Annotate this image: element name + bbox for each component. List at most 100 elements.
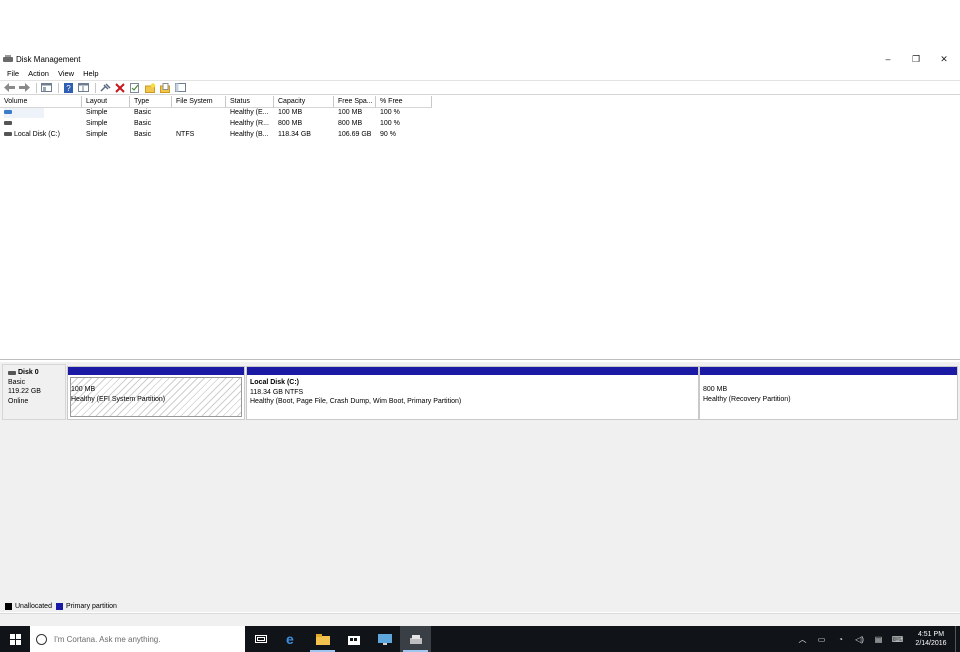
column-header-free-space[interactable]: Free Spa... [334,96,376,108]
column-header-layout[interactable]: Layout [82,96,130,108]
window-title: Disk Management [16,54,81,64]
disk-management-window: Disk Management – ❐ ✕ File Action View H… [0,52,960,626]
menu-action[interactable]: Action [28,69,49,78]
taskbar-store[interactable] [338,626,369,652]
delete-button[interactable] [114,82,126,93]
start-button[interactable] [0,626,30,652]
taskbar-file-explorer[interactable] [307,626,338,652]
desktop-background [0,0,960,52]
monitor-icon [377,633,392,645]
show-desktop-button[interactable] [955,626,960,652]
store-bag-icon [347,636,360,645]
legend: Unallocated Primary partition [0,600,960,612]
forward-button[interactable] [18,82,30,93]
column-header-capacity[interactable]: Capacity [274,96,334,108]
disk-management-icon [409,634,422,644]
cell-percent-free: 100 % [380,109,400,116]
view-window-icon [174,83,186,92]
column-header-file-system[interactable]: File System [172,96,226,108]
minimize-button[interactable]: – [874,52,902,66]
show-hide-console-tree-button[interactable] [40,82,52,93]
taskbar-remote-desktop[interactable] [369,626,400,652]
close-button[interactable]: ✕ [930,52,958,66]
folder-star-icon [144,82,155,93]
svg-text:e: e [286,632,294,646]
taskbar-edge[interactable]: e [276,626,307,652]
disk-0-label[interactable]: Disk 0 Basic 119.22 GB Online [2,364,66,420]
partition-recovery[interactable]: 800 MB Healthy (Recovery Partition) [699,366,958,420]
clock-date: 2/14/2016 [915,640,947,647]
cell-status: Healthy (B... [230,131,269,138]
show-hidden-icons-chevron-up-icon[interactable]: ︿ [793,634,812,645]
task-view-icon [254,635,267,643]
action-center-icon[interactable]: ▤ [869,635,888,644]
column-header-status[interactable]: Status [226,96,274,108]
toolbar-separator [58,82,59,93]
column-header-percent-free[interactable]: % Free [376,96,432,108]
cell-percent-free: 90 % [380,131,396,138]
cortana-icon [36,633,47,645]
disk-management-app-icon [3,55,13,63]
properties-pane-icon [77,83,89,92]
check-button[interactable] [129,82,141,93]
menu-help[interactable]: Help [83,69,98,78]
table-row[interactable] [4,108,44,118]
title-bar[interactable]: Disk Management – ❐ ✕ [0,52,960,66]
table-row[interactable]: Local Disk (C:) [4,130,80,140]
back-arrow-icon [3,83,15,92]
new-folder-button[interactable] [144,82,156,93]
network-wifi-icon[interactable]: ◔ [831,635,850,644]
cell-type: Basic [134,109,152,116]
connect-icon [99,83,111,92]
partition-local-disk-c[interactable]: Local Disk (C:) 118.34 GB NTFS Healthy (… [246,366,699,420]
cell-capacity: 100 MB [278,109,303,116]
open-folder-button[interactable] [159,82,171,93]
table-row[interactable] [4,119,44,129]
primary-partition-bar [68,367,244,375]
partition-size: 118.34 GB NTFS [250,388,304,396]
battery-icon[interactable]: ▭ [812,635,831,644]
taskbar: I'm Cortana. Ask me anything. e ︿ ▭ ◔ ◁)… [0,626,960,652]
disk-name: Disk 0 [18,369,39,376]
restore-button[interactable]: ❐ [902,52,930,66]
partition-efi[interactable]: 100 MB Healthy (EFI System Partition) [67,366,245,420]
cell-capacity: 800 MB [278,120,303,127]
primary-partition-swatch [55,602,63,610]
partition-size: 800 MB [703,386,728,393]
cell-layout: Simple [86,120,108,127]
back-button[interactable] [3,82,15,93]
cortana-search-box[interactable]: I'm Cortana. Ask me anything. [30,626,245,652]
cell-status: Healthy (R... [230,120,269,127]
partition-status: Healthy (EFI System Partition) [71,395,166,403]
windows-logo-icon [9,633,21,645]
toolbar: ? [0,80,960,95]
properties-pane-button[interactable] [77,82,89,93]
disk-type: Basic [8,378,26,386]
column-header-volume[interactable]: Volume [0,96,82,108]
help-button[interactable]: ? [62,82,74,93]
taskbar-disk-management[interactable] [400,626,431,652]
legend-primary-partition: Primary partition [65,602,117,610]
volume-drive-icon [4,121,12,126]
connect-drive-button[interactable] [99,82,111,93]
menu-bar: File Action View Help [0,67,960,79]
help-book-icon: ? [63,82,73,93]
column-header-type[interactable]: Type [130,96,172,108]
keyboard-icon[interactable]: ⌨ [888,635,907,644]
menu-file[interactable]: File [7,69,19,78]
forward-arrow-icon [18,83,30,92]
volume-list-pane: Volume Layout Type File System Status Ca… [0,96,960,360]
partition-status: Healthy (Boot, Page File, Crash Dump, Wi… [250,398,462,405]
task-view-button[interactable] [245,626,276,652]
folder-page-icon [159,82,170,93]
volume-speaker-icon[interactable]: ◁) [850,635,869,644]
menu-view[interactable]: View [58,69,74,78]
toolbar-separator [95,82,96,93]
svg-text:?: ? [66,84,71,93]
clock[interactable]: 4:51 PM 2/14/2016 [907,630,955,648]
view-button[interactable] [174,82,186,93]
disk-state: Online [8,397,29,405]
cell-file-system: NTFS [176,131,195,138]
partition-size: 100 MB [71,386,96,393]
disk-map-pane: Disk 0 Basic 119.22 GB Online 100 MB Hea… [0,362,960,600]
